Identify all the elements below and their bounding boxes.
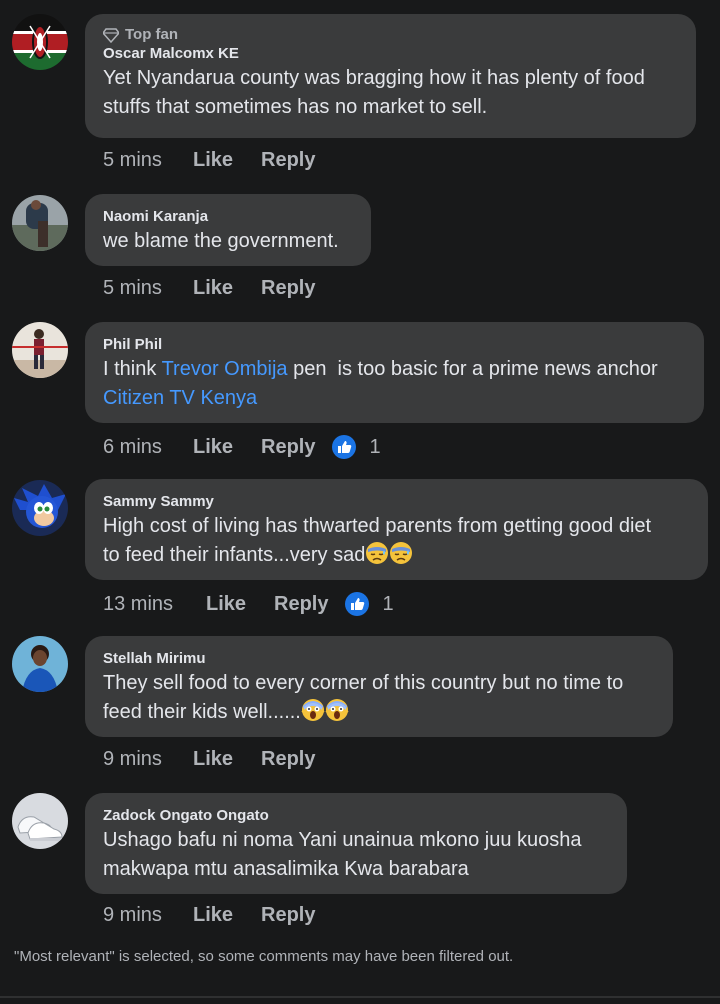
reaction-summary[interactable]: 1	[331, 434, 381, 460]
comment-actions: 5 mins Like Reply	[103, 149, 315, 172]
comment-line: I think Trevor Ombija pen is too basic f…	[103, 355, 686, 384]
comment-actions: 5 mins Like Reply	[103, 277, 315, 300]
timestamp[interactable]: 13 mins	[103, 593, 206, 616]
comment-bubble: Phil Phil I think Trevor Ombija pen is t…	[85, 322, 704, 423]
reply-button[interactable]: Reply	[261, 748, 315, 771]
comment-text: Ushago bafu ni noma Yani unainua mkono j…	[103, 826, 609, 884]
timestamp[interactable]: 9 mins	[103, 904, 193, 927]
avatar-zadock[interactable]	[12, 793, 68, 849]
mention-link[interactable]: Citizen TV Kenya	[103, 387, 257, 409]
screaming-face-emoji	[325, 699, 349, 721]
photo-avatar-image	[12, 322, 68, 378]
comment-text-part: pen is too basic for a prime news anchor	[287, 358, 658, 380]
comment-actions: 9 mins Like Reply	[103, 904, 315, 927]
comment-bubble: Sammy Sammy High cost of living has thwa…	[85, 479, 708, 580]
avatar-sammy[interactable]	[12, 480, 68, 536]
comment-line: stuffs that sometimes has no market to s…	[103, 96, 488, 118]
comment-actions: 6 mins Like Reply 1	[103, 434, 381, 460]
like-button[interactable]: Like	[193, 149, 261, 172]
downcast-sweat-emoji	[390, 542, 413, 564]
reply-button[interactable]: Reply	[261, 149, 315, 172]
reaction-summary[interactable]: 1	[344, 591, 394, 617]
comment-text-part: to feed their infants...very sad	[103, 544, 366, 566]
thumbs-up-icon	[345, 592, 370, 616]
comment-line: feed their kids well......	[103, 698, 655, 727]
comment-actions: 9 mins Like Reply	[103, 748, 315, 771]
photo-avatar-image	[12, 195, 68, 251]
timestamp[interactable]: 6 mins	[103, 436, 193, 459]
avatar-naomi[interactable]	[12, 195, 68, 251]
badge-label: Top fan	[125, 26, 179, 43]
timestamp[interactable]: 5 mins	[103, 149, 193, 172]
photo-avatar-image	[12, 636, 68, 692]
commenter-name[interactable]: Zadock Ongato Ongato	[103, 807, 609, 824]
sonic-avatar-image	[12, 480, 68, 536]
top-fan-badge: Top fan	[103, 26, 678, 43]
like-button[interactable]: Like	[206, 593, 274, 616]
reply-button[interactable]: Reply	[261, 436, 315, 459]
downcast-sweat-emoji	[366, 542, 389, 564]
mention-link[interactable]: Trevor Ombija	[162, 358, 288, 380]
comment-line: makwapa mtu anasalimika Kwa barabara	[103, 858, 469, 880]
comment-actions: 13 mins Like Reply 1	[103, 591, 394, 617]
commenter-name[interactable]: Phil Phil	[103, 336, 686, 353]
comment-text: High cost of living has thwarted parents…	[103, 512, 690, 570]
like-button[interactable]: Like	[193, 748, 261, 771]
avatar-stellah[interactable]	[12, 636, 68, 692]
kenya-flag-avatar-image	[12, 14, 68, 70]
comment-bubble: Top fan Oscar Malcomx KE Yet Nyandarua c…	[85, 14, 696, 138]
comment-line: Ushago bafu ni noma Yani unainua mkono j…	[103, 829, 582, 851]
filter-notice: "Most relevant" is selected, so some com…	[14, 948, 514, 965]
comment-text-part: I think	[103, 358, 162, 380]
comment-text: They sell food to every corner of this c…	[103, 669, 655, 727]
commenter-name[interactable]: Sammy Sammy	[103, 493, 690, 510]
reply-button[interactable]: Reply	[274, 593, 328, 616]
like-button[interactable]: Like	[193, 904, 261, 927]
comment-text: Yet Nyandarua county was bragging how it…	[103, 64, 678, 122]
comment-bubble: Stellah Mirimu They sell food to every c…	[85, 636, 673, 737]
diamond-icon	[103, 27, 119, 43]
comment-line: Citizen TV Kenya	[103, 384, 686, 413]
screaming-face-emoji	[301, 699, 325, 721]
thumbs-up-icon	[332, 435, 357, 459]
reaction-count: 1	[369, 435, 381, 458]
commenter-name[interactable]: Stellah Mirimu	[103, 650, 655, 667]
like-button[interactable]: Like	[193, 277, 261, 300]
comment-text: we blame the government.	[103, 230, 339, 252]
timestamp[interactable]: 9 mins	[103, 748, 193, 771]
comment-line: Yet Nyandarua county was bragging how it…	[103, 67, 645, 89]
reply-button[interactable]: Reply	[261, 277, 315, 300]
comment-bubble: Zadock Ongato Ongato Ushago bafu ni noma…	[85, 793, 627, 894]
reply-button[interactable]: Reply	[261, 904, 315, 927]
commenter-name[interactable]: Naomi Karanja	[103, 208, 353, 225]
sneakers-avatar-image	[12, 793, 68, 849]
avatar-phil[interactable]	[12, 322, 68, 378]
divider	[0, 996, 720, 998]
comment-line: They sell food to every corner of this c…	[103, 672, 624, 694]
like-button[interactable]: Like	[193, 436, 261, 459]
comment-line: High cost of living has thwarted parents…	[103, 515, 652, 537]
avatar-oscar[interactable]	[12, 14, 68, 70]
reaction-count: 1	[382, 592, 394, 615]
comment-line: to feed their infants...very sad	[103, 541, 690, 570]
timestamp[interactable]: 5 mins	[103, 277, 193, 300]
comment-bubble: Naomi Karanja we blame the government.	[85, 194, 371, 266]
commenter-name[interactable]: Oscar Malcomx KE	[103, 45, 678, 62]
comment-text: I think Trevor Ombija pen is too basic f…	[103, 355, 686, 413]
comment-text-part: feed their kids well......	[103, 701, 301, 723]
